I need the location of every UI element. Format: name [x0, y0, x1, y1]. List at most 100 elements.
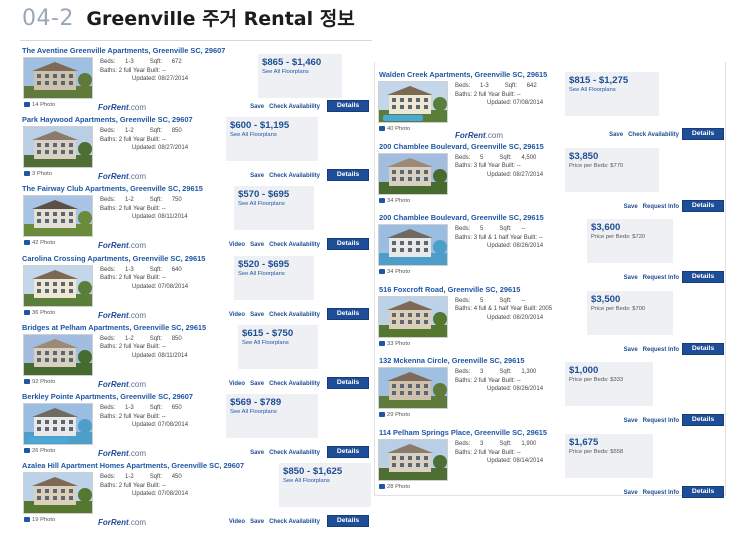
details-button[interactable]: Details	[327, 515, 369, 528]
see-all-floorplans-link[interactable]: See All Floorplans	[238, 200, 310, 208]
photo-count[interactable]: 33 Photo	[379, 340, 410, 347]
details-button[interactable]: Details	[327, 446, 369, 458]
see-all-floorplans-link[interactable]: See All Floorplans	[238, 270, 310, 278]
request-info-link[interactable]: Request Info	[643, 347, 679, 353]
photo-count[interactable]: 19 Photo	[24, 517, 55, 523]
check-availability-link[interactable]: Check Availability	[628, 132, 679, 138]
request-info-link[interactable]: Request Info	[643, 204, 679, 210]
check-availability-link[interactable]: Check Availability	[269, 312, 320, 318]
save-link[interactable]: Save	[250, 519, 264, 525]
forrent-logo[interactable]: ForRent.com	[98, 311, 146, 320]
see-all-floorplans-link[interactable]: See All Floorplans	[242, 339, 314, 347]
save-link[interactable]: Save	[624, 347, 638, 353]
listing-photo[interactable]	[378, 367, 448, 410]
save-link[interactable]: Save	[250, 104, 264, 110]
save-link[interactable]: Save	[624, 204, 638, 210]
request-info-link[interactable]: Request Info	[643, 490, 679, 496]
photo-count[interactable]: 34 Photo	[379, 269, 410, 275]
save-link[interactable]: Save	[250, 450, 264, 456]
forrent-logo[interactable]: ForRent.com	[98, 241, 146, 250]
listing-name-link[interactable]: Azalea Hill Apartment Homes Apartments, …	[22, 461, 244, 470]
listing-photo[interactable]	[23, 264, 93, 307]
details-button[interactable]: Details	[682, 271, 724, 284]
details-button[interactable]: Details	[327, 169, 369, 182]
see-all-floorplans-link[interactable]: See All Floorplans	[230, 131, 314, 139]
listing-name-link[interactable]: 200 Chamblee Boulevard, Greenville SC, 2…	[379, 213, 544, 222]
listing-name-link[interactable]: Walden Creek Apartments, Greenville SC, …	[379, 70, 547, 79]
listing-photo[interactable]	[378, 295, 448, 338]
check-availability-link[interactable]: Check Availability	[269, 450, 320, 456]
forrent-logo[interactable]: ForRent.com	[455, 131, 503, 140]
details-button[interactable]: Details	[682, 486, 724, 498]
listing-photo-image	[379, 440, 447, 480]
see-all-floorplans-link[interactable]: See All Floorplans	[283, 477, 367, 485]
details-button[interactable]: Details	[327, 100, 369, 112]
details-button[interactable]: Details	[327, 376, 369, 389]
forrent-logo[interactable]: ForRent.com	[98, 449, 146, 458]
listing-photo[interactable]	[378, 152, 448, 195]
request-info-link[interactable]: Request Info	[643, 275, 679, 281]
see-all-floorplans-link[interactable]: See All Floorplans	[230, 408, 314, 416]
forrent-logo[interactable]: ForRent.com	[98, 172, 146, 181]
listing-photo[interactable]	[378, 224, 448, 267]
save-link[interactable]: Save	[250, 173, 264, 179]
listing-name-link[interactable]: 200 Chamblee Boulevard, Greenville SC, 2…	[379, 142, 544, 151]
listing-name-link[interactable]: 516 Foxcroft Road, Greenville SC, 29615	[379, 285, 520, 294]
save-link[interactable]: Save	[624, 275, 638, 281]
listing-photo[interactable]	[23, 333, 93, 376]
listing-photo[interactable]	[23, 57, 93, 99]
photo-count[interactable]: 14 Photo	[24, 102, 55, 108]
listing-name-link[interactable]: 132 Mckenna Circle, Greenville SC, 29615	[379, 356, 524, 365]
photo-count[interactable]: 26 Photo	[24, 448, 55, 454]
photo-count[interactable]: 34 Photo	[379, 197, 410, 204]
listing-name-link[interactable]: The Fairway Club Apartments, Greenville …	[22, 184, 203, 193]
photo-count[interactable]: 28 Photo	[379, 484, 410, 490]
save-link[interactable]: Save	[250, 312, 264, 318]
listing-name-link[interactable]: 114 Pelham Springs Place, Greenville SC,…	[379, 428, 547, 437]
listing-name-link[interactable]: Carolina Crossing Apartments, Greenville…	[22, 254, 205, 263]
forrent-logo[interactable]: ForRent.com	[98, 103, 146, 112]
save-link[interactable]: Save	[624, 490, 638, 496]
video-link[interactable]: Video	[229, 519, 245, 525]
listing-photo[interactable]	[23, 472, 93, 515]
video-link[interactable]: Video	[229, 381, 245, 387]
listing-photo[interactable]	[23, 403, 93, 445]
see-all-floorplans-link[interactable]: See All Floorplans	[262, 68, 338, 76]
forrent-logo[interactable]: ForRent.com	[98, 380, 146, 389]
photo-count[interactable]: 42 Photo	[24, 240, 55, 246]
check-availability-link[interactable]: Check Availability	[269, 173, 320, 179]
check-availability-link[interactable]: Check Availability	[269, 242, 320, 248]
request-info-link[interactable]: Request Info	[643, 418, 679, 424]
listing-photo[interactable]	[23, 126, 93, 169]
listing-photo[interactable]	[378, 81, 448, 123]
check-availability-link[interactable]: Check Availability	[269, 104, 320, 110]
photo-count[interactable]: 40 Photo	[379, 126, 410, 132]
details-button[interactable]: Details	[682, 199, 724, 212]
check-availability-link[interactable]: Check Availability	[269, 519, 320, 525]
listing-name-link[interactable]: Park Haywood Apartments, Greenville SC, …	[22, 115, 193, 124]
save-link[interactable]: Save	[609, 132, 623, 138]
details-button[interactable]: Details	[327, 238, 369, 251]
details-button[interactable]: Details	[682, 414, 724, 427]
listing-name-link[interactable]: Berkley Pointe Apartments, Greenville SC…	[22, 392, 193, 401]
listing-photo[interactable]	[378, 439, 448, 481]
save-link[interactable]: Save	[624, 418, 638, 424]
photo-count[interactable]: 36 Photo	[24, 309, 55, 316]
see-all-floorplans-link[interactable]: See All Floorplans	[569, 86, 655, 94]
listing-photo[interactable]	[23, 195, 93, 238]
details-button[interactable]: Details	[682, 128, 724, 140]
save-link[interactable]: Save	[250, 381, 264, 387]
photo-count[interactable]: 3 Photo	[24, 171, 52, 177]
photo-count[interactable]: 92 Photo	[24, 378, 55, 385]
forrent-logo[interactable]: ForRent.com	[98, 518, 146, 527]
video-link[interactable]: Video	[229, 242, 245, 248]
camera-icon	[24, 102, 30, 107]
photo-count[interactable]: 29 Photo	[379, 412, 410, 418]
details-button[interactable]: Details	[327, 307, 369, 320]
details-button[interactable]: Details	[682, 342, 724, 355]
listing-name-link[interactable]: Bridges at Pelham Apartments, Greenville…	[22, 323, 206, 332]
save-link[interactable]: Save	[250, 242, 264, 248]
video-link[interactable]: Video	[229, 312, 245, 318]
listing-name-link[interactable]: The Aventine Greenville Apartments, Gree…	[22, 46, 225, 55]
check-availability-link[interactable]: Check Availability	[269, 381, 320, 387]
